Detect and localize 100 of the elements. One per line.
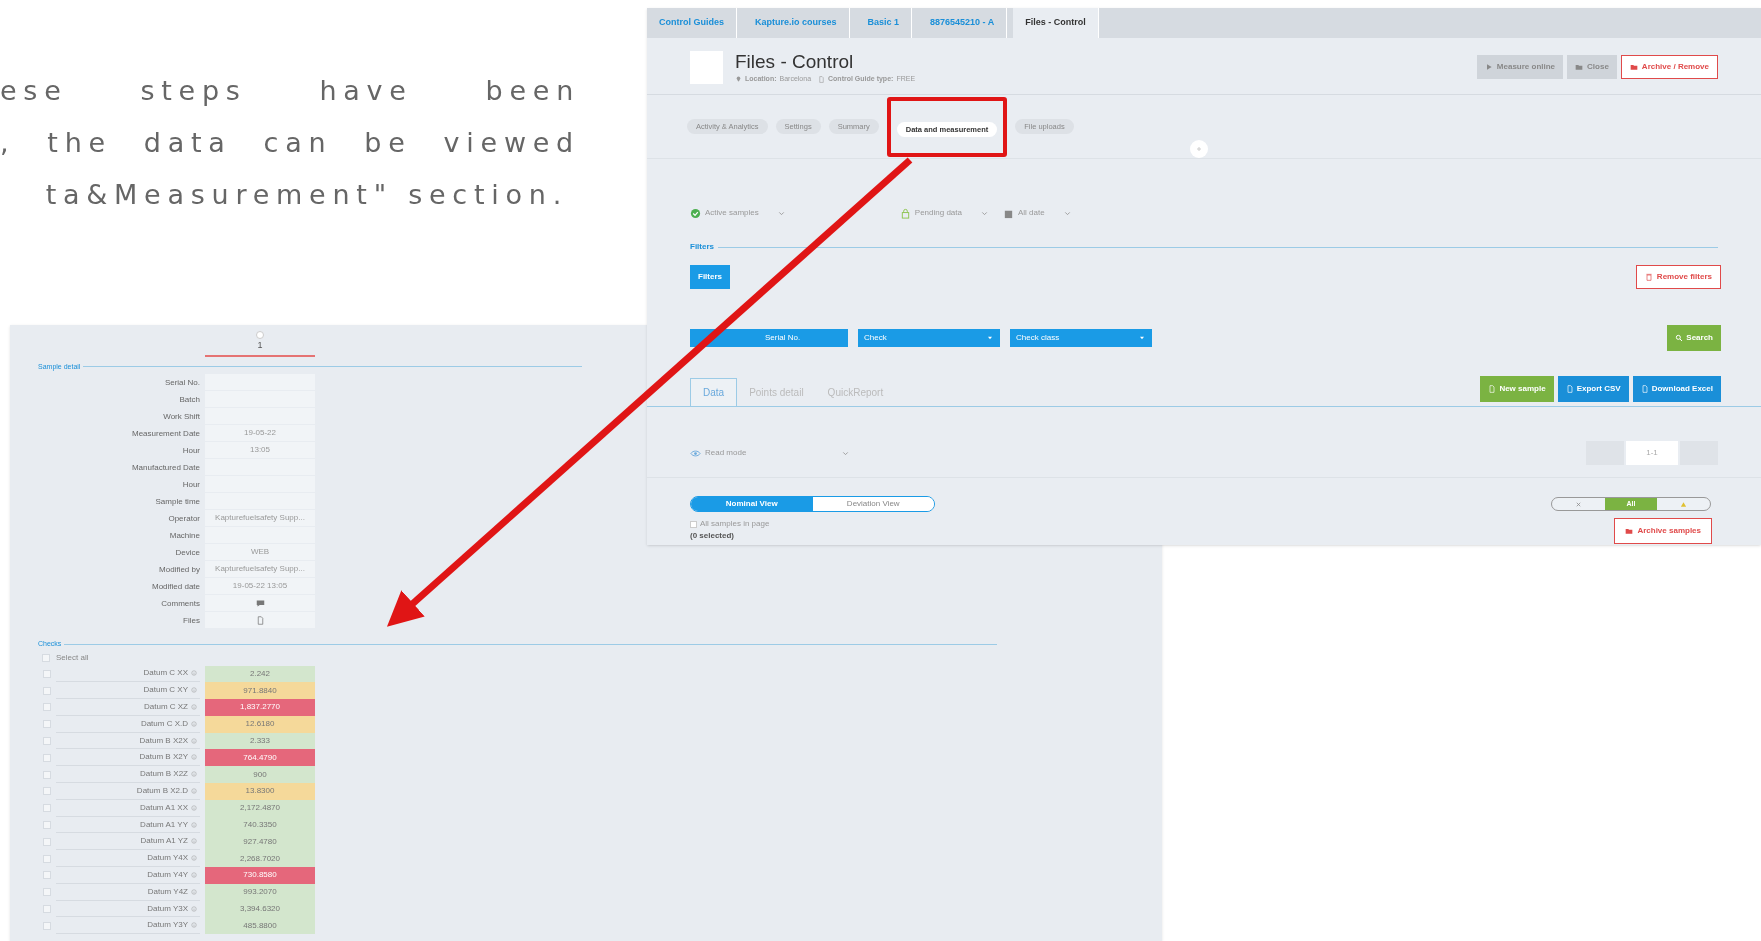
play-icon (1484, 63, 1493, 72)
folder-icon (1575, 63, 1584, 72)
check-value: 927.4780 (205, 833, 315, 851)
checkbox[interactable] (43, 854, 51, 863)
document-icon (1488, 385, 1497, 394)
filter-dropdown[interactable]: Pending data (914, 207, 962, 220)
header-button[interactable]: Archive / Remove (1620, 55, 1718, 80)
checkbox[interactable] (43, 669, 51, 678)
checkbox[interactable] (43, 921, 51, 930)
file-icon (255, 615, 265, 625)
select-dropdown[interactable]: Check (858, 329, 1000, 348)
remove-filters-button[interactable]: Remove filters (1635, 265, 1721, 290)
checkbox[interactable] (43, 871, 51, 880)
field-label: Files (182, 615, 200, 627)
action-button[interactable]: New sample (1480, 376, 1554, 403)
breadcrumb-link[interactable]: Kapture.io courses (743, 8, 850, 38)
checkbox[interactable] (43, 686, 51, 695)
view-toggle[interactable]: Nominal View Deviation View (690, 496, 935, 513)
info-icon (191, 871, 197, 878)
location-icon (735, 75, 742, 83)
search-field[interactable]: Serial No. (690, 329, 848, 348)
mode-select-label: Read mode (705, 447, 748, 460)
add-button[interactable] (1190, 140, 1208, 159)
checkbox[interactable] (43, 821, 51, 830)
value-cell: 19-05-22 (205, 425, 315, 442)
info-icon (191, 905, 197, 912)
checkbox[interactable] (43, 888, 51, 897)
info-icon (191, 888, 197, 895)
breadcrumb-link[interactable]: Control Guides (647, 8, 737, 38)
filter-dropdown[interactable]: All date (1017, 207, 1045, 220)
filter-dropdown[interactable]: Active samples (705, 207, 759, 220)
checkbox[interactable] (43, 703, 51, 712)
checkbox[interactable] (43, 787, 51, 796)
lock-icon (899, 207, 911, 219)
filters-button[interactable]: Filters (690, 265, 730, 290)
check-label: Datum Y4X (147, 852, 188, 865)
check-label: Datum C XX (143, 667, 188, 680)
info-icon (191, 687, 197, 694)
action-button[interactable]: Export CSV (1557, 376, 1629, 403)
select-dropdown[interactable]: Check class (1010, 329, 1152, 348)
checkbox[interactable] (43, 753, 51, 762)
check-label: Datum Y3X (147, 902, 188, 915)
info-icon (191, 838, 197, 845)
checkbox[interactable]: All samples in page (690, 518, 770, 531)
breadcrumb-link[interactable]: 8876545210 - A (918, 8, 1008, 38)
info-icon (191, 821, 197, 828)
check-value: 764.4790 (205, 749, 315, 767)
header-button[interactable]: Close (1567, 55, 1617, 80)
breadcrumb-link[interactable]: Files - Control (1013, 8, 1099, 38)
view-option[interactable]: Deviation View (812, 497, 934, 512)
action-button[interactable]: Download Excel (1632, 376, 1721, 403)
info-icon (191, 855, 197, 862)
checkbox[interactable]: Select all (42, 651, 1162, 664)
info-icon (191, 720, 197, 727)
archive-samples-button[interactable]: Archive samples (1614, 518, 1712, 545)
value-cell: 13:05 (205, 442, 315, 459)
search-button[interactable]: Search (1667, 325, 1721, 352)
info-icon (191, 754, 197, 761)
data-tab[interactable]: Data (690, 378, 738, 407)
intro-text: ta&Measurement" section. (44, 177, 569, 212)
check-value: 485.8800 (205, 917, 315, 935)
field-label: Work Shift (162, 411, 200, 423)
view-option[interactable]: Nominal View (691, 497, 813, 512)
check-value: 900 (205, 766, 315, 784)
warning-icon (1680, 500, 1688, 508)
checkbox[interactable] (43, 905, 51, 914)
checkbox[interactable] (43, 804, 51, 813)
breadcrumb-link[interactable]: Basic 1 (855, 8, 913, 38)
field-label: Device (174, 547, 200, 559)
page-title: Files - Control (735, 50, 855, 74)
check-circle-icon (690, 207, 701, 219)
info-icon (191, 704, 197, 710)
check-label: Datum C XY (143, 684, 188, 697)
field-label: Batch (178, 394, 200, 406)
check-label: Datum Y4Z (147, 885, 188, 898)
mode-select[interactable]: Read mode (690, 447, 850, 460)
search-icon (1675, 334, 1684, 343)
checkbox[interactable] (43, 737, 51, 746)
check-value: 1,837.2770 (205, 699, 315, 716)
field-label: Modified date (150, 581, 200, 593)
check-label: Datum C X.D (140, 717, 188, 730)
info-icon (191, 922, 197, 929)
check-label: Datum Y4Y (147, 868, 188, 881)
checkbox[interactable] (43, 770, 51, 779)
check-label: Datum B X2.D (136, 784, 188, 797)
info-icon (191, 804, 197, 811)
value-cell: Kapturefuelsafety Supp... (205, 561, 315, 578)
field-label: Modified by (158, 564, 200, 576)
check-value: 2,268.7020 (205, 850, 315, 868)
check-label: Datum A1 YZ (140, 835, 188, 848)
field-label: Hour (181, 479, 200, 491)
folder-icon (1629, 63, 1638, 72)
intro-text: , the data can be viewed (0, 125, 580, 160)
checkbox[interactable] (43, 720, 51, 729)
checkbox[interactable] (43, 837, 51, 846)
document-icon (818, 75, 826, 83)
intro-text: ese steps have been (0, 74, 580, 108)
header-button[interactable]: Measure online (1476, 55, 1564, 80)
check-value: 971.8840 (205, 682, 315, 700)
radio-button[interactable] (256, 331, 264, 339)
